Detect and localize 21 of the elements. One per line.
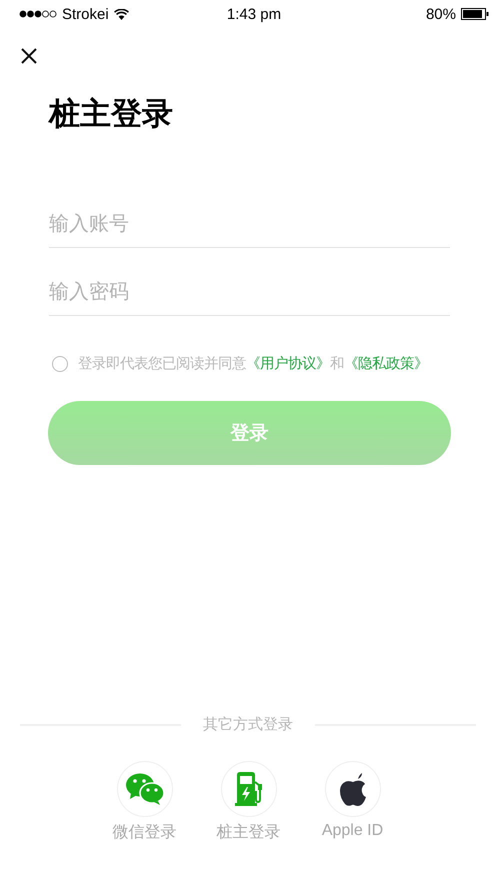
signal-icon <box>19 10 57 18</box>
page-title: 桩主登录 <box>49 95 173 133</box>
wifi-icon <box>114 8 129 20</box>
battery-icon <box>460 8 489 20</box>
carrier-name: Strokei <box>62 6 109 22</box>
privacy-link[interactable]: 《隐私政策》 <box>344 356 428 372</box>
apple-icon <box>338 772 366 806</box>
option-label: 微信登录 <box>112 823 176 843</box>
terms-link[interactable]: 《用户协议》 <box>246 356 330 372</box>
input-field[interactable]: 输入密码 <box>49 270 450 316</box>
option-label: 桩主登录 <box>216 822 280 843</box>
option-label: Apple ID <box>322 822 384 840</box>
agreement-text: 登录即代表您已阅读并同意《用户协议》和《隐私政策》 <box>78 354 428 373</box>
battery-percent: 80% <box>426 6 456 22</box>
section-heading: 其它方式登录 <box>203 715 293 734</box>
clock-time: 1:43 pm <box>226 6 282 22</box>
input-field[interactable]: 输入账号 <box>49 202 450 248</box>
agree-checkbox[interactable] <box>52 356 68 372</box>
charging-station-icon <box>234 772 262 806</box>
chat-bubbles-icon <box>124 772 164 806</box>
close-button[interactable] <box>19 46 39 66</box>
